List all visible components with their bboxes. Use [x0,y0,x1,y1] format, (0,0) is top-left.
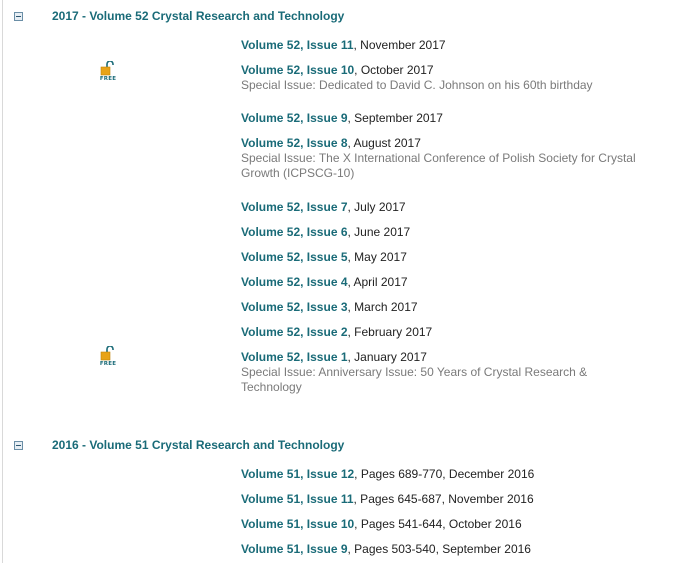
issue-link[interactable]: Volume 52, Issue 6 [241,225,348,239]
issue-link[interactable]: Volume 52, Issue 10 [241,63,354,77]
issue-item: Volume 52, Issue 6, June 2017 [241,225,661,240]
collapse-toggle-icon[interactable] [14,440,23,450]
issue-item: Volume 52, Issue 2, February 2017 [241,325,661,340]
open-padlock-icon [100,345,114,361]
special-issue-note: Special Issue: Anniversary Issue: 50 Yea… [241,365,588,394]
issue-date: , Pages 689-770, December 2016 [354,467,535,481]
collapse-toggle-icon[interactable] [14,11,23,21]
issue-date: , June 2017 [347,225,411,239]
issue-item: Volume 52, Issue 3, March 2017 [241,300,661,315]
issue-item: Volume 52, Issue 10, October 2017 Specia… [241,63,661,93]
issue-link[interactable]: Volume 52, Issue 3 [241,300,348,314]
issue-item: Volume 52, Issue 1, January 2017 Special… [241,350,611,395]
volume-title-link[interactable]: 2016 - Volume 51 Crystal Research and Te… [52,438,344,452]
frame-border [2,0,3,563]
issue-item: Volume 52, Issue 5, May 2017 [241,250,661,265]
free-label: FREE [99,76,117,82]
special-issue-note: Special Issue: The X International Confe… [241,151,636,180]
issue-item: Volume 51, Issue 9, Pages 503-540, Septe… [241,542,661,557]
issue-link[interactable]: Volume 51, Issue 10 [241,517,354,531]
free-label: FREE [99,361,117,367]
issue-date: , October 2017 [354,63,434,77]
issue-date: , Pages 503-540, September 2016 [347,542,531,556]
free-access-badge: FREE [98,345,118,368]
issue-date: , Pages 541-644, October 2016 [354,517,522,531]
open-padlock-icon [100,60,114,76]
issue-date: , January 2017 [347,350,427,364]
issue-date: , February 2017 [347,325,433,339]
special-issue-note: Special Issue: Dedicated to David C. Joh… [241,78,593,92]
issue-link[interactable]: Volume 51, Issue 12 [241,467,354,481]
issue-item: Volume 51, Issue 11, Pages 645-687, Nove… [241,492,661,507]
issue-item: Volume 52, Issue 9, September 2017 [241,111,661,126]
issue-link[interactable]: Volume 52, Issue 2 [241,325,348,339]
issue-link[interactable]: Volume 52, Issue 4 [241,275,348,289]
issue-link[interactable]: Volume 52, Issue 1 [241,350,348,364]
issue-date: , March 2017 [347,300,418,314]
issue-link[interactable]: Volume 52, Issue 11 [241,38,354,52]
issue-item: Volume 52, Issue 11, November 2017 [241,38,661,53]
issue-date: , Pages 645-687, November 2016 [353,492,534,506]
issue-date: , May 2017 [347,250,407,264]
free-access-badge: FREE [98,60,118,83]
issue-link[interactable]: Volume 52, Issue 9 [241,111,348,125]
issue-link[interactable]: Volume 51, Issue 11 [241,492,354,506]
issue-link[interactable]: Volume 52, Issue 7 [241,200,348,214]
issue-link[interactable]: Volume 52, Issue 5 [241,250,348,264]
issue-link[interactable]: Volume 51, Issue 9 [241,542,348,556]
issue-item: Volume 51, Issue 10, Pages 541-644, Octo… [241,517,661,532]
volume-title-link[interactable]: 2017 - Volume 52 Crystal Research and Te… [52,9,344,23]
volume-header-2016: 2016 - Volume 51 Crystal Research and Te… [14,435,344,455]
issue-date: , September 2017 [347,111,443,125]
issue-date: , November 2017 [353,38,446,52]
issue-item: Volume 52, Issue 7, July 2017 [241,200,661,215]
volume-header-2017: 2017 - Volume 52 Crystal Research and Te… [14,6,344,26]
issue-item: Volume 52, Issue 4, April 2017 [241,275,661,290]
issue-date: , July 2017 [347,200,406,214]
issue-item: Volume 52, Issue 8, August 2017 Special … [241,136,661,181]
issue-date: , August 2017 [347,136,421,150]
issue-link[interactable]: Volume 52, Issue 8 [241,136,348,150]
issue-date: , April 2017 [347,275,408,289]
issue-item: Volume 51, Issue 12, Pages 689-770, Dece… [241,467,661,482]
